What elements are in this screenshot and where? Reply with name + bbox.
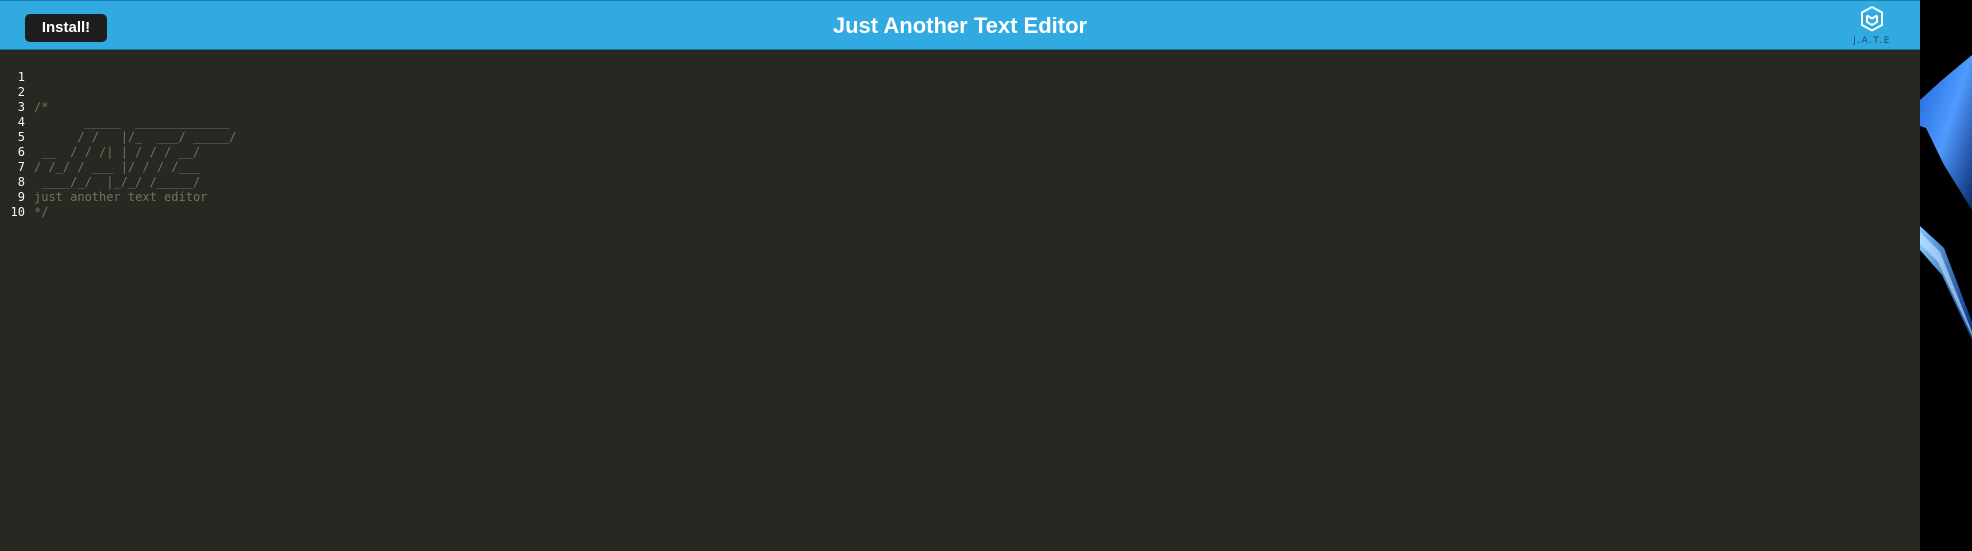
wallpaper-graphic [1920,55,1972,340]
line-number: 10 [10,205,25,219]
line-content: _____ _____________ [34,115,230,129]
line-content: __ / / /| | / / / __/ [34,145,201,159]
code-line: 7 ____/_/ |_/_/ /_____/ [0,145,200,189]
code-line: 2 /* [0,70,49,114]
code-line: 10 [0,190,43,219]
code-line: 1 [0,55,43,84]
logo: J.A.T.E [1848,5,1896,51]
code-line: 5 __ / / /| | / / / __/ [0,115,200,159]
line-content: just another text editor [34,190,208,204]
page-title: Just Another Text Editor [832,13,1088,38]
app-window: Install! Just Another Text Editor J.A.T.… [0,0,1920,551]
code-line: 4 / / |/_ ___/ _____/ [0,100,237,144]
line-content: / /_/ / ___ |/ / / /___ [34,160,201,174]
logo-text: J.A.T.E [1853,36,1891,46]
code-line: 6 / /_/ / ___ |/ / / /___ [0,130,200,174]
code-line: 8 just another text editor [0,160,208,204]
code-editor[interactable]: 1 2 /* 3 _____ _____________ 4 / / |/_ _… [0,50,1920,551]
desktop-background [1920,0,1972,551]
cube-logo-icon [1861,5,1883,32]
code-line: 9 */ [0,175,49,219]
line-content: ____/_/ |_/_/ /_____/ [34,175,201,189]
code-line: 3 _____ _____________ [0,85,229,129]
navbar: Install! Just Another Text Editor J.A.T.… [0,0,1920,50]
line-content: / / |/_ ___/ _____/ [34,130,237,144]
